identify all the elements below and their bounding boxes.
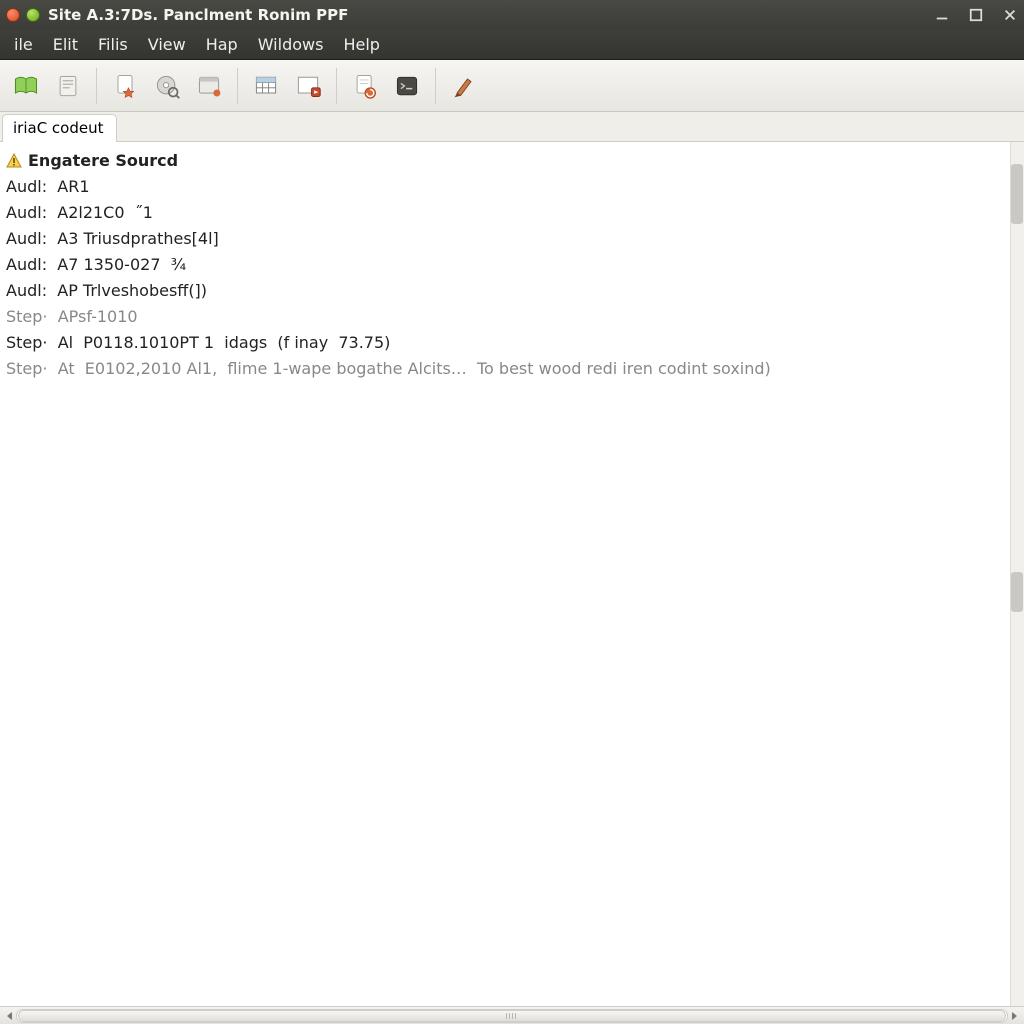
- table-button[interactable]: [246, 66, 286, 106]
- open-book-icon: [12, 72, 40, 100]
- minimize-icon[interactable]: [934, 7, 950, 23]
- scroll-right-icon[interactable]: [1006, 1008, 1022, 1024]
- menu-filis[interactable]: Filis: [88, 31, 138, 58]
- menu-help[interactable]: Help: [333, 31, 389, 58]
- toolbar-separator: [435, 68, 436, 104]
- toolbar-separator: [336, 68, 337, 104]
- menu-hap[interactable]: Hap: [196, 31, 248, 58]
- gear-button[interactable]: [288, 66, 328, 106]
- tab-code-output[interactable]: iriaC codeut: [2, 114, 117, 142]
- log-line: Audl: AP Trlveshobesff(]): [6, 278, 1018, 304]
- page-record-button[interactable]: [345, 66, 385, 106]
- page-record-icon: [351, 72, 379, 100]
- window-title: Site A.3:7Ds. Panclment Ronim PPF: [48, 6, 348, 24]
- log-line: Step· APsf-1010: [6, 304, 1018, 330]
- gear-icon: [294, 72, 322, 100]
- terminal-icon: [393, 72, 421, 100]
- log-line: Step· Al P0118.1010PT 1 idags (f inay 73…: [6, 330, 1018, 356]
- tab-label: iriaC codeut: [13, 119, 104, 137]
- brush-icon: [450, 72, 478, 100]
- tab-strip: iriaC codeut: [0, 112, 1024, 142]
- log-line: Audl: A2l21C0 ˝1: [6, 200, 1018, 226]
- titlebar: Site A.3:7Ds. Panclment Ronim PPF: [0, 0, 1024, 30]
- menu-view[interactable]: View: [138, 31, 196, 58]
- brush-button[interactable]: [444, 66, 484, 106]
- toolbar-separator: [96, 68, 97, 104]
- log-line: Audl: A7 1350-027 ¾: [6, 252, 1018, 278]
- document-icon: [54, 72, 82, 100]
- horizontal-scroll-track[interactable]: [16, 1009, 1008, 1023]
- toolbar: [0, 60, 1024, 112]
- window-controls-right: [934, 7, 1018, 23]
- table-icon: [252, 72, 280, 100]
- menu-file[interactable]: ile: [4, 31, 43, 58]
- vertical-scroll-thumb[interactable]: [1011, 572, 1023, 612]
- toolbar-separator: [237, 68, 238, 104]
- page-star-button[interactable]: [105, 66, 145, 106]
- disc-search-button[interactable]: [147, 66, 187, 106]
- log-line: Step· At E0102,2010 Al1, flime 1-wape bo…: [6, 356, 1018, 382]
- close-icon[interactable]: [1002, 7, 1018, 23]
- minimize-window-icon[interactable]: [26, 8, 40, 22]
- menu-windows[interactable]: Wildows: [248, 31, 334, 58]
- menu-edit[interactable]: Elit: [43, 31, 88, 58]
- warning-icon: [6, 153, 22, 169]
- open-book-button[interactable]: [6, 66, 46, 106]
- page-star-icon: [111, 72, 139, 100]
- maximize-icon[interactable]: [968, 7, 984, 23]
- horizontal-scroll-thumb[interactable]: [18, 1010, 1006, 1022]
- log-heading: Engatere Sourcd: [28, 148, 178, 174]
- content-area: Engatere Sourcd Audl: AR1 Audl: A2l21C0 …: [0, 142, 1024, 1006]
- horizontal-scrollbar[interactable]: [0, 1006, 1024, 1024]
- window-button[interactable]: [189, 66, 229, 106]
- log-output: Engatere Sourcd Audl: AR1 Audl: A2l21C0 …: [0, 142, 1024, 382]
- disc-search-icon: [153, 72, 181, 100]
- menubar: ile Elit Filis View Hap Wildows Help: [0, 30, 1024, 60]
- document-button[interactable]: [48, 66, 88, 106]
- log-line: Audl: A3 Triusdprathes[4l]: [6, 226, 1018, 252]
- vertical-scrollbar[interactable]: [1010, 142, 1024, 1006]
- terminal-button[interactable]: [387, 66, 427, 106]
- vertical-scroll-thumb[interactable]: [1011, 164, 1023, 224]
- window-buttons: [6, 8, 40, 22]
- window-icon: [195, 72, 223, 100]
- close-window-icon[interactable]: [6, 8, 20, 22]
- log-heading-row: Engatere Sourcd: [6, 148, 1018, 174]
- log-line: Audl: AR1: [6, 174, 1018, 200]
